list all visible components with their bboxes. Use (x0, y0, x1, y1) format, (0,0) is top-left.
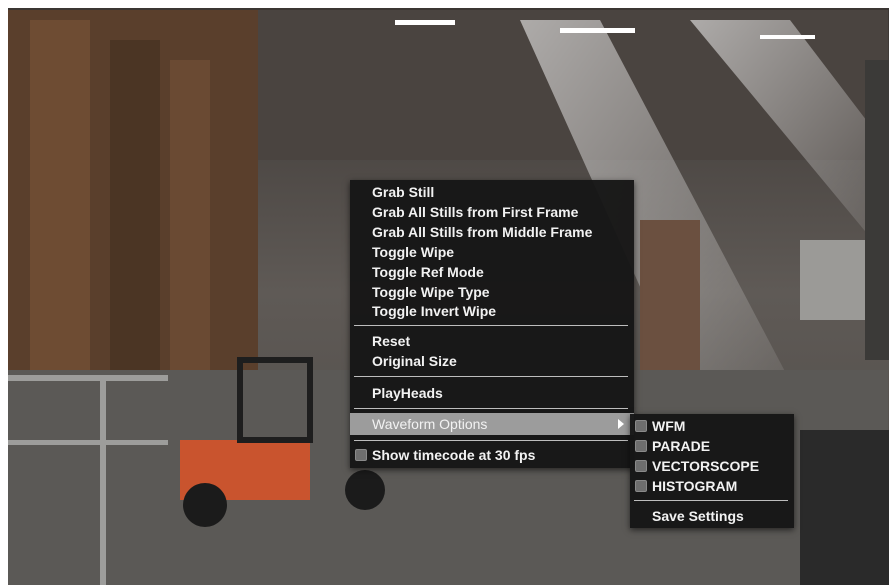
submenu-item-parade[interactable]: PARADE (652, 436, 710, 456)
menu-item-playheads[interactable]: PlayHeads (372, 383, 443, 403)
submenu-item-vectorscope[interactable]: VECTORSCOPE (652, 456, 759, 476)
menu-item-waveform-options[interactable]: Waveform Options (350, 413, 634, 435)
menu-separator (354, 325, 628, 326)
show-timecode-checkbox[interactable] (355, 449, 367, 461)
menu-separator (354, 440, 628, 441)
menu-item-original-size[interactable]: Original Size (372, 351, 457, 371)
submenu-arrow-icon (618, 419, 624, 429)
menu-separator (354, 376, 628, 377)
waveform-options-submenu: WFM PARADE VECTORSCOPE HISTOGRAM Save Se… (630, 414, 794, 528)
menu-item-waveform-options-label: Waveform Options (372, 416, 488, 432)
menu-item-grab-all-stills-middle-frame[interactable]: Grab All Stills from Middle Frame (372, 222, 592, 242)
submenu-item-histogram[interactable]: HISTOGRAM (652, 476, 737, 496)
context-menu: Grab Still Grab All Stills from First Fr… (350, 180, 634, 468)
menu-item-toggle-wipe-type[interactable]: Toggle Wipe Type (372, 282, 490, 302)
vectorscope-checkbox[interactable] (635, 460, 647, 472)
parade-checkbox[interactable] (635, 440, 647, 452)
submenu-item-save-settings[interactable]: Save Settings (652, 506, 744, 526)
menu-item-toggle-ref-mode[interactable]: Toggle Ref Mode (372, 262, 484, 282)
wfm-checkbox[interactable] (635, 420, 647, 432)
menu-item-grab-all-stills-first-frame[interactable]: Grab All Stills from First Frame (372, 202, 578, 222)
menu-item-grab-still[interactable]: Grab Still (372, 182, 434, 202)
submenu-item-wfm[interactable]: WFM (652, 416, 685, 436)
menu-item-show-timecode[interactable]: Show timecode at 30 fps (372, 445, 535, 465)
menu-separator (634, 500, 788, 501)
histogram-checkbox[interactable] (635, 480, 647, 492)
menu-item-toggle-invert-wipe[interactable]: Toggle Invert Wipe (372, 301, 496, 321)
video-viewer[interactable]: Grab Still Grab All Stills from First Fr… (0, 0, 889, 585)
menu-separator (354, 408, 628, 409)
menu-item-toggle-wipe[interactable]: Toggle Wipe (372, 242, 454, 262)
menu-item-reset[interactable]: Reset (372, 331, 410, 351)
